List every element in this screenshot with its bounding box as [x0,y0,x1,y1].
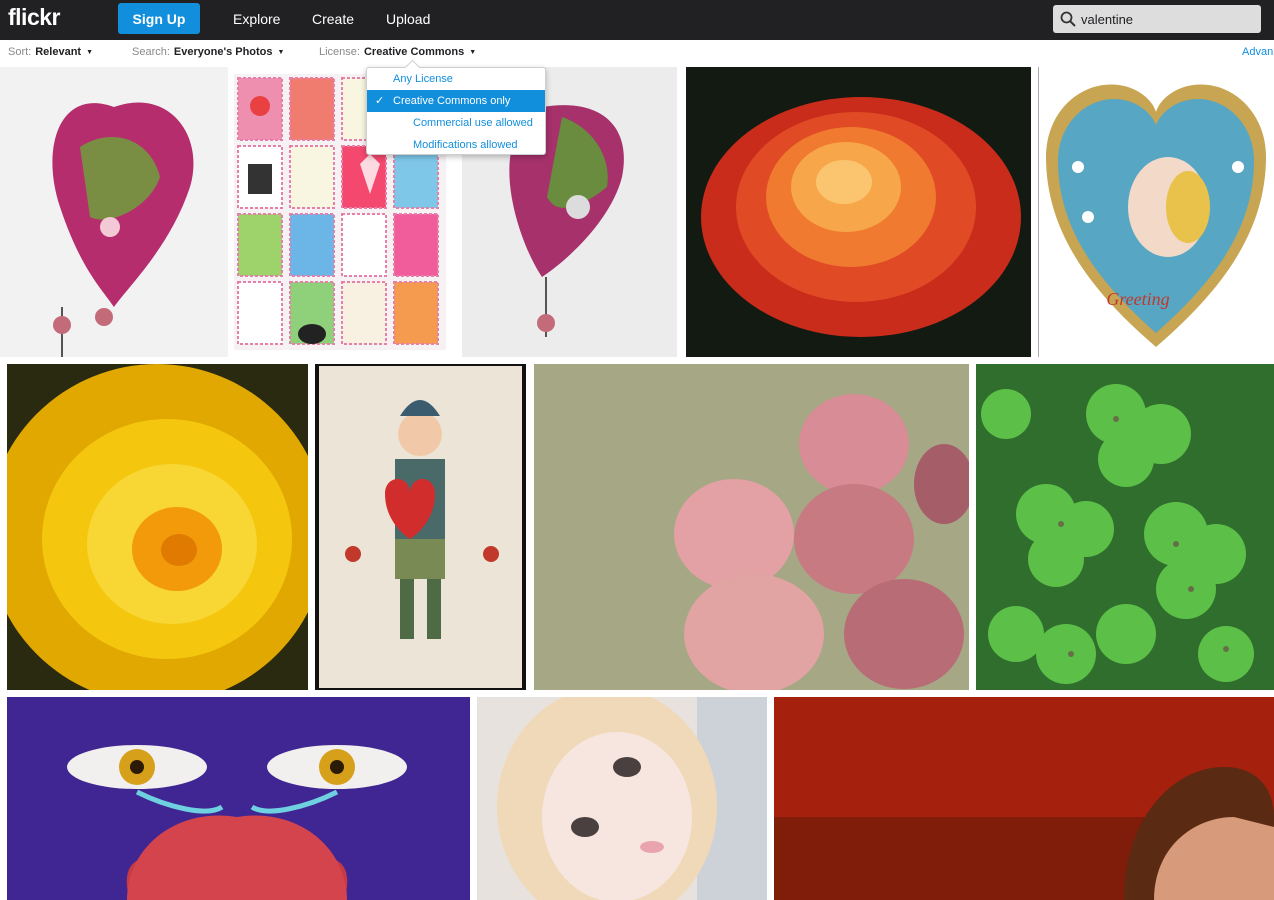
caret-down-icon[interactable]: ▼ [86,49,93,56]
sign-up-button[interactable]: Sign Up [118,3,200,34]
photo-green-clovers[interactable] [976,364,1274,690]
nav-explore-link[interactable]: Explore [233,11,280,27]
license-value[interactable]: Creative Commons [364,46,464,58]
license-filter[interactable]: License: Creative Commons ▼ [319,46,476,58]
license-option-modifications[interactable]: Modifications allowed [367,134,545,156]
top-navigation-bar: flickr Sign Up Explore Create Upload [0,0,1274,40]
search-scope-label: Search: [132,46,170,58]
photo-orange-rose[interactable] [686,67,1031,357]
license-option-creative-commons-only[interactable]: ✓ Creative Commons only [367,90,545,112]
nav-create-link[interactable]: Create [312,11,354,27]
search-input[interactable] [1081,9,1256,29]
license-dropdown-menu: Any License ✓ Creative Commons only Comme… [366,67,546,155]
checkmark-icon: ✓ [375,95,385,107]
photo-vintage-valentine-greetings-scottish-boy[interactable] [315,364,526,690]
license-option-commercial-use[interactable]: Commercial use allowed [367,112,545,134]
search-icon[interactable] [1060,11,1076,27]
photo-pink-roses-vintage[interactable] [534,364,969,690]
photo-red-wall-man[interactable] [774,697,1274,900]
sort-value[interactable]: Relevant [35,46,81,58]
license-option-any[interactable]: Any License [367,68,545,90]
caret-down-icon[interactable]: ▼ [278,49,285,56]
sort-label: Sort: [8,46,32,58]
license-option-label: Creative Commons only [393,95,511,107]
photo-felt-heart-ornament[interactable] [0,67,228,357]
photo-vintage-heart-greeting-of-love[interactable]: Greeting [1038,67,1274,357]
search-scope-value[interactable]: Everyone's Photos [174,46,273,58]
search-scope-filter[interactable]: Search: Everyone's Photos ▼ [132,46,284,58]
photo-yellow-rose[interactable] [7,364,308,690]
greeting-of-love-artwork: Greeting [1106,289,1169,309]
advanced-search-link[interactable]: Advan [1242,46,1273,58]
caret-down-icon[interactable]: ▼ [469,49,476,56]
search-filter-bar: Sort: Relevant ▼ Search: Everyone's Photos ▼… [0,40,1274,66]
nav-upload-link[interactable]: Upload [386,11,430,27]
license-label: License: [319,46,360,58]
photo-doll-portrait[interactable] [477,697,767,900]
flickr-logo[interactable]: flickr [8,4,60,31]
photo-surreal-eyes-heart[interactable] [7,697,470,900]
sort-filter[interactable]: Sort: Relevant ▼ [8,46,93,58]
search-box[interactable] [1053,5,1261,33]
